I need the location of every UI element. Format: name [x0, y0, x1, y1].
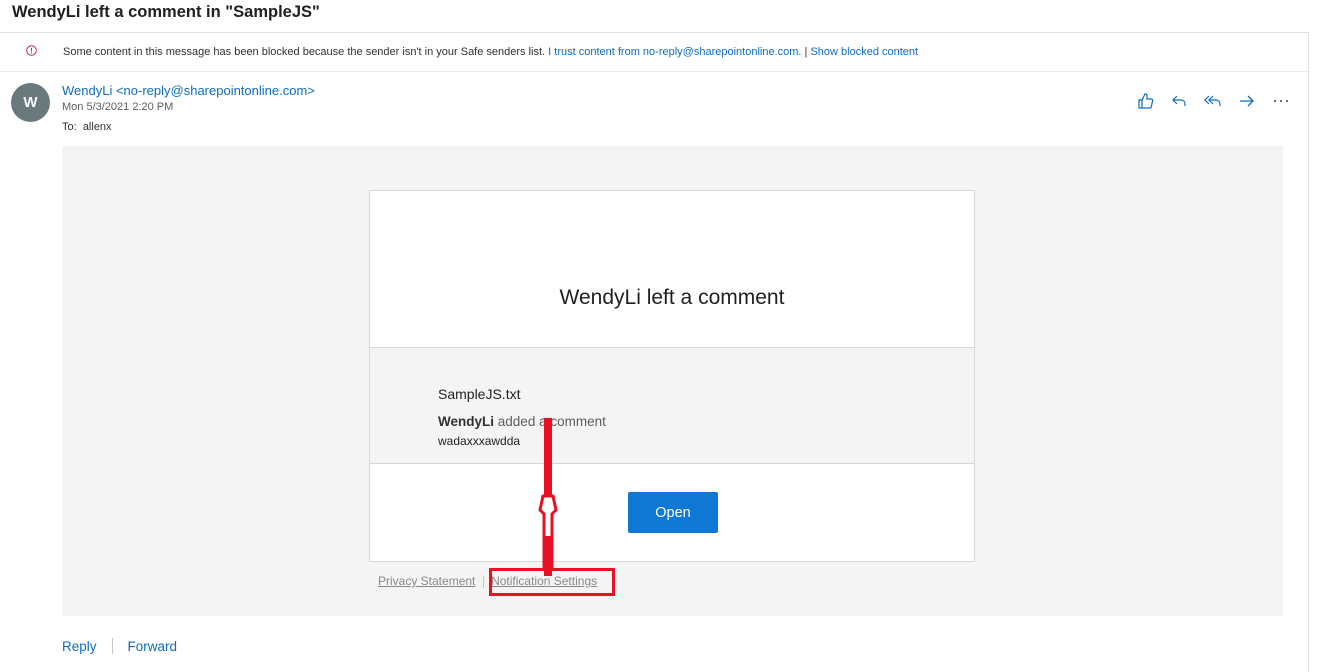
- forward-link[interactable]: Forward: [128, 639, 178, 654]
- to-label: To:: [62, 121, 77, 133]
- reply-all-icon: [1204, 95, 1221, 106]
- forward-button[interactable]: [1237, 92, 1257, 110]
- message-actions: [1135, 92, 1291, 110]
- file-name: SampleJS.txt: [438, 386, 521, 402]
- reply-all-button[interactable]: [1203, 92, 1223, 110]
- sent-date: Mon 5/3/2021 2:20 PM: [62, 101, 174, 113]
- like-icon: [1137, 93, 1153, 109]
- more-icon: [1273, 99, 1289, 103]
- show-blocked-content-link[interactable]: Show blocked content: [810, 46, 918, 58]
- reply-divider: [111, 638, 113, 654]
- card-title: WendyLi left a comment: [559, 286, 785, 309]
- email-subject: WendyLi left a comment in "SampleJS": [12, 3, 320, 21]
- blocked-message: Some content in this message has been bl…: [63, 46, 546, 58]
- more-actions-button[interactable]: [1271, 92, 1291, 110]
- comment-summary: WendyLi added a comment: [438, 414, 606, 429]
- comment-text: wadaxxxawdda: [438, 434, 521, 448]
- reply-link[interactable]: Reply: [62, 639, 97, 654]
- info-icon: [26, 45, 37, 56]
- trust-sender-link[interactable]: I trust content from no-reply@sharepoint…: [548, 46, 801, 58]
- annotation-arrow-icon: [538, 418, 558, 576]
- comment-section: SampleJS.txt WendyLi added a comment wad…: [370, 348, 974, 464]
- sender-name[interactable]: WendyLi <no-reply@sharepointonline.com>: [62, 83, 315, 98]
- blocked-content-bar: Some content in this message has been bl…: [0, 33, 1308, 72]
- like-button[interactable]: [1135, 92, 1155, 110]
- reply-button[interactable]: [1169, 92, 1189, 110]
- notification-card: WendyLi left a comment SampleJS.txt Wend…: [369, 190, 975, 562]
- commenter-name: WendyLi: [438, 414, 495, 429]
- card-header: WendyLi left a comment: [370, 191, 974, 348]
- privacy-statement-link[interactable]: Privacy Statement: [378, 574, 475, 588]
- to-recipient[interactable]: allenx: [83, 121, 112, 133]
- info-separator: |: [804, 46, 808, 58]
- forward-icon: [1240, 95, 1254, 107]
- avatar[interactable]: W: [11, 83, 50, 122]
- reply-forward-bar: Reply Forward: [62, 638, 177, 654]
- recipient-line: To: allenx: [62, 121, 112, 133]
- open-button[interactable]: Open: [628, 492, 718, 533]
- reply-icon: [1172, 95, 1186, 106]
- footer-divider: [482, 575, 484, 588]
